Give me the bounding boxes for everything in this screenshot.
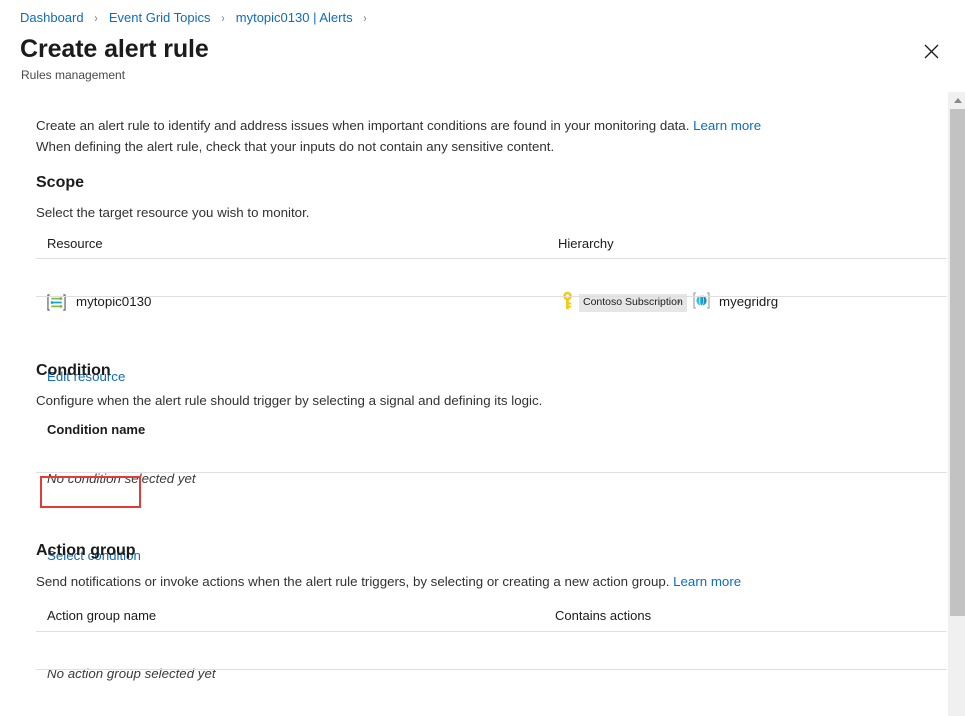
- action-group-heading: Action group: [36, 540, 136, 562]
- scrollbar-up-button[interactable]: [949, 92, 965, 109]
- divider: [36, 296, 947, 297]
- key-icon: [560, 291, 575, 310]
- condition-empty-row: No condition selected yet: [36, 470, 947, 507]
- chevron-up-icon: [954, 98, 962, 103]
- column-header-contains-actions: Contains actions: [555, 608, 651, 623]
- action-group-description: Send notifications or invoke actions whe…: [36, 572, 906, 592]
- condition-table: Condition name No condition selected yet…: [36, 418, 947, 518]
- resource-group-icon: [692, 292, 711, 309]
- scrollbar-thumb[interactable]: [950, 109, 965, 616]
- action-group-learn-more-link[interactable]: Learn more: [673, 574, 741, 589]
- scope-table: Resource Hierarchy: [36, 232, 947, 332]
- action-group-empty-row: No action group selected yet: [36, 658, 947, 695]
- close-icon: [924, 44, 939, 59]
- condition-heading: Condition: [36, 360, 111, 382]
- breadcrumb-item-event-grid-topics[interactable]: Event Grid Topics: [109, 10, 211, 25]
- page-title: Create alert rule: [20, 33, 209, 65]
- scope-description: Select the target resource you wish to m…: [36, 203, 309, 223]
- divider: [36, 631, 947, 632]
- vertical-scrollbar[interactable]: [948, 92, 965, 716]
- intro-line-2: When defining the alert rule, check that…: [36, 139, 554, 154]
- column-header-condition-name: Condition name: [47, 422, 145, 437]
- intro-paragraph: Create an alert rule to identify and add…: [36, 115, 876, 157]
- create-alert-rule-blade: Dashboard › Event Grid Topics › mytopic0…: [0, 0, 965, 716]
- breadcrumb-item-mytopic-alerts[interactable]: mytopic0130 | Alerts: [236, 10, 353, 25]
- select-condition-row: Select condition: [36, 536, 947, 573]
- action-group-table-header: Action group name Contains actions: [36, 604, 947, 630]
- page-subtitle: Rules management: [21, 67, 125, 83]
- breadcrumb-separator-icon: ›: [95, 9, 98, 27]
- column-header-action-group-name: Action group name: [47, 608, 156, 623]
- column-header-hierarchy: Hierarchy: [558, 236, 614, 251]
- intro-learn-more-link[interactable]: Learn more: [693, 118, 761, 133]
- divider: [36, 472, 947, 473]
- scope-table-header: Resource Hierarchy: [36, 232, 947, 258]
- scope-table-row: mytopic0130 Contoso Subscription ›: [36, 285, 947, 322]
- column-header-resource: Resource: [47, 236, 103, 251]
- action-group-description-text: Send notifications or invoke actions whe…: [36, 574, 669, 589]
- divider: [36, 669, 947, 670]
- breadcrumb-separator-icon: ›: [364, 9, 367, 27]
- breadcrumb-item-dashboard[interactable]: Dashboard: [20, 10, 84, 25]
- breadcrumb: Dashboard › Event Grid Topics › mytopic0…: [20, 9, 374, 27]
- condition-description: Configure when the alert rule should tri…: [36, 391, 542, 411]
- breadcrumb-separator-icon: ›: [222, 9, 225, 27]
- blade-content: Create an alert rule to identify and add…: [0, 92, 947, 716]
- close-button[interactable]: [917, 37, 945, 65]
- condition-table-header: Condition name: [36, 418, 947, 444]
- action-group-table: Action group name Contains actions No ac…: [36, 604, 947, 704]
- intro-line-1: Create an alert rule to identify and add…: [36, 118, 689, 133]
- divider: [36, 258, 947, 259]
- scope-heading: Scope: [36, 172, 84, 194]
- condition-empty-text: No condition selected yet: [47, 471, 196, 486]
